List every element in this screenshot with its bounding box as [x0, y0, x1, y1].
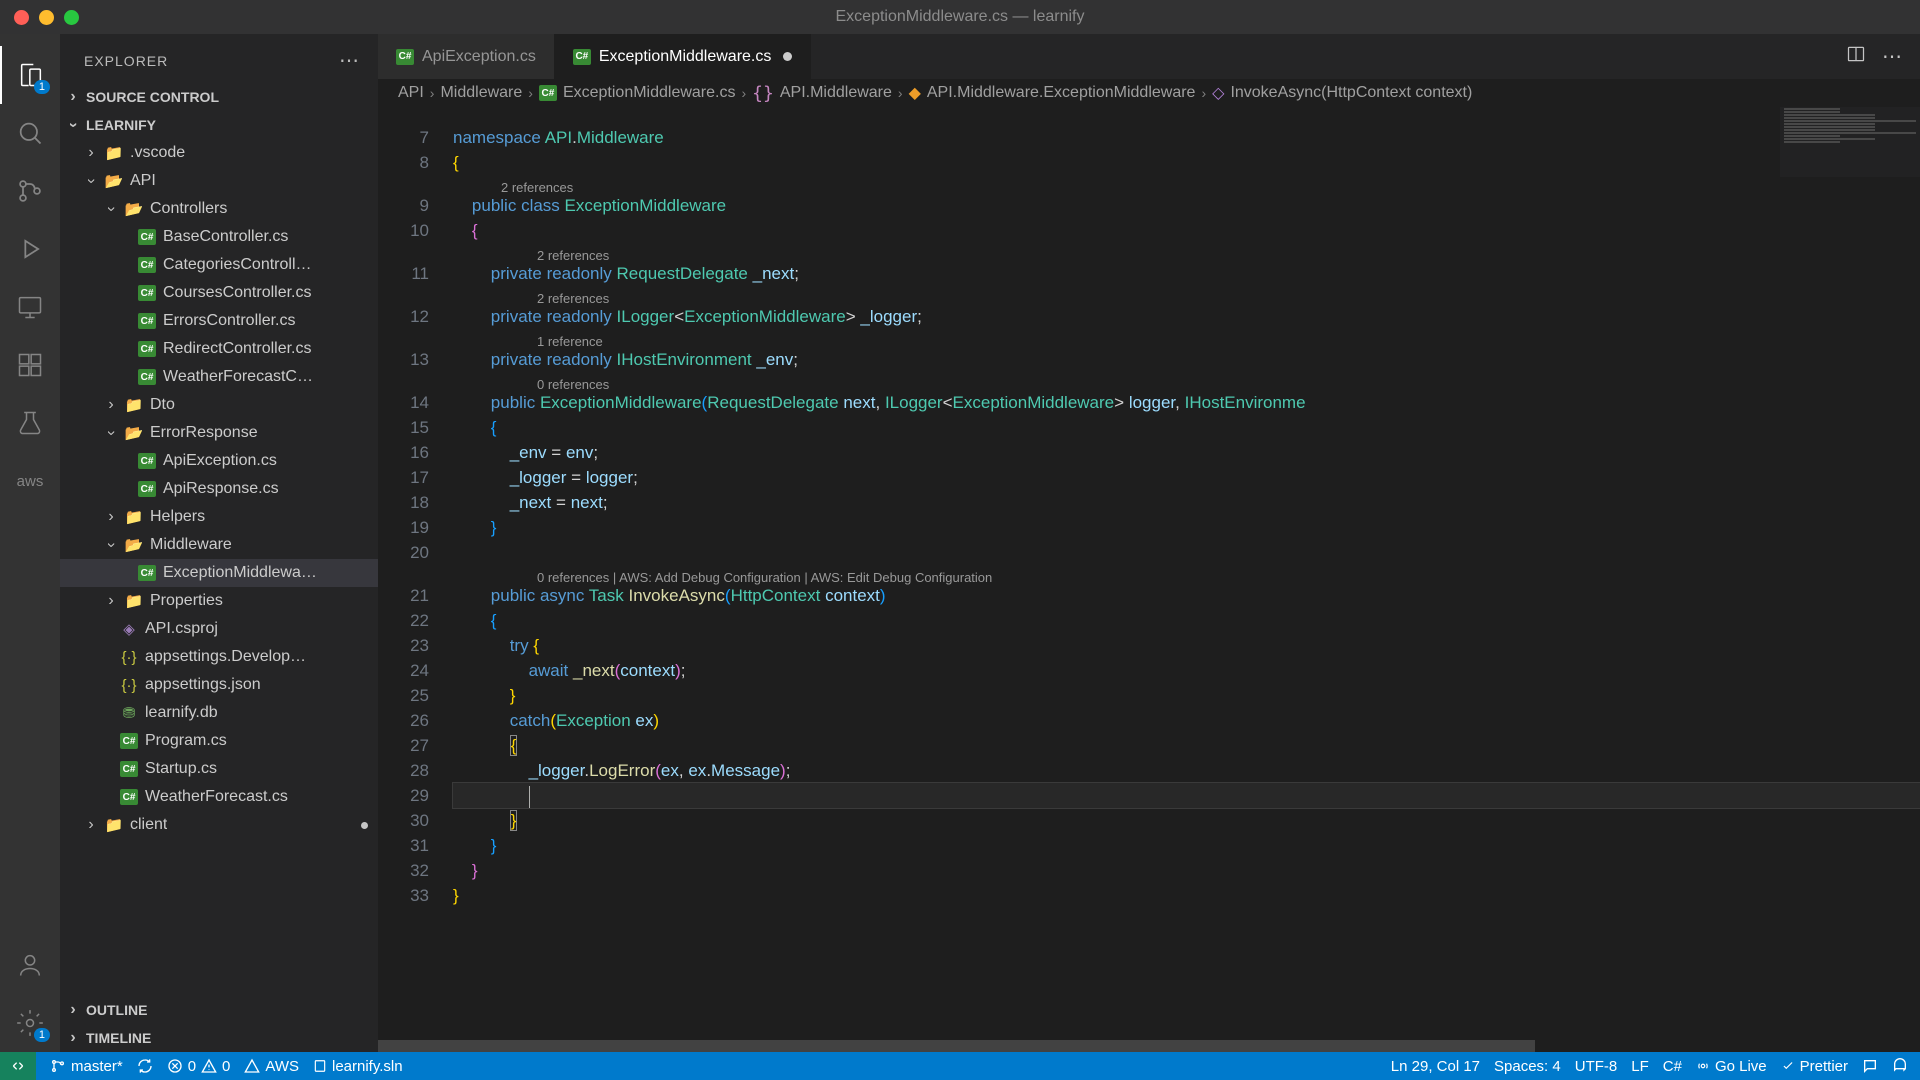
file-basecontroller[interactable]: C#BaseController.cs [60, 223, 378, 251]
codelens-class[interactable]: 2 references [453, 175, 1920, 193]
run-debug-tab-icon[interactable] [0, 220, 60, 278]
codelens-next[interactable]: 2 references [453, 243, 1920, 261]
window-controls [14, 10, 79, 25]
encoding[interactable]: UTF-8 [1575, 1058, 1618, 1075]
activity-bar: 1 aws 1 [0, 34, 60, 1052]
git-branch[interactable]: master* [50, 1058, 123, 1075]
status-bar: master* 0 0 AWS learnify.sln Ln 29, Col … [0, 1052, 1920, 1080]
folder-helpers[interactable]: ›📁Helpers [60, 503, 378, 531]
text-cursor [529, 786, 531, 808]
folder-vscode[interactable]: ›📁.vscode [60, 139, 378, 167]
explorer-title: EXPLORER [84, 53, 168, 69]
search-tab-icon[interactable] [0, 104, 60, 162]
file-categoriescontroller[interactable]: C#CategoriesControll… [60, 251, 378, 279]
file-api-csproj[interactable]: ◈API.csproj [60, 615, 378, 643]
more-actions-icon[interactable]: ⋯ [1882, 44, 1902, 69]
horizontal-scrollbar[interactable] [378, 1040, 1920, 1052]
editor-area: C# ApiException.cs C# ExceptionMiddlewar… [378, 34, 1920, 1052]
file-apiresponse[interactable]: C#ApiResponse.cs [60, 475, 378, 503]
explorer-badge: 1 [34, 80, 50, 94]
aws-tab-icon[interactable]: aws [0, 452, 60, 510]
codelens-invoke[interactable]: 0 references | AWS: Add Debug Configurat… [453, 565, 1920, 583]
unsaved-indicator [783, 52, 792, 61]
indentation[interactable]: Spaces: 4 [1494, 1058, 1561, 1075]
testing-tab-icon[interactable] [0, 394, 60, 452]
minimize-window[interactable] [39, 10, 54, 25]
folder-api[interactable]: ›📂API [60, 167, 378, 195]
file-errorscontroller[interactable]: C#ErrorsController.cs [60, 307, 378, 335]
codelens-logger[interactable]: 2 references [453, 286, 1920, 304]
feedback-icon[interactable] [1862, 1058, 1878, 1074]
file-apiexception[interactable]: C#ApiException.cs [60, 447, 378, 475]
sync-icon[interactable] [137, 1058, 153, 1074]
accounts-icon[interactable] [0, 936, 60, 994]
prettier[interactable]: Prettier [1781, 1058, 1848, 1075]
split-editor-icon[interactable] [1846, 44, 1866, 70]
codelens-env[interactable]: 1 reference [453, 329, 1920, 347]
go-live[interactable]: Go Live [1696, 1058, 1767, 1075]
language-mode[interactable]: C# [1663, 1058, 1682, 1075]
line-gutter: 7 8 9 10 11 12 13 14 15 16 17 18 19 20 [378, 107, 453, 1040]
breadcrumbs[interactable]: API› Middleware› C#ExceptionMiddleware.c… [378, 79, 1920, 107]
file-exceptionmiddleware[interactable]: C#ExceptionMiddlewa… [60, 559, 378, 587]
outline-section[interactable]: › OUTLINE [60, 996, 378, 1024]
explorer-more-icon[interactable]: ⋯ [339, 48, 360, 73]
tab-exceptionmiddleware[interactable]: C# ExceptionMiddleware.cs [555, 34, 812, 79]
aws-status[interactable]: AWS [244, 1058, 299, 1075]
folder-client[interactable]: ›📁client [60, 811, 378, 839]
folder-errorresponse[interactable]: ›📂ErrorResponse [60, 419, 378, 447]
file-startup[interactable]: C#Startup.cs [60, 755, 378, 783]
settings-badge: 1 [34, 1028, 50, 1042]
workspace-root[interactable]: › LEARNIFY [60, 111, 378, 139]
folder-middleware[interactable]: ›📂Middleware [60, 531, 378, 559]
extensions-tab-icon[interactable] [0, 336, 60, 394]
minimap[interactable] [1780, 107, 1920, 177]
file-appsettings[interactable]: {·}appsettings.json [60, 671, 378, 699]
file-program[interactable]: C#Program.cs [60, 727, 378, 755]
file-weathercontroller[interactable]: C#WeatherForecastC… [60, 363, 378, 391]
explorer-sidebar: EXPLORER ⋯ › SOURCE CONTROL › LEARNIFY ›… [60, 34, 378, 1052]
file-appsettings-dev[interactable]: {·}appsettings.Develop… [60, 643, 378, 671]
codelens-ctor[interactable]: 0 references [453, 372, 1920, 390]
folder-properties[interactable]: ›📁Properties [60, 587, 378, 615]
explorer-tab-icon[interactable]: 1 [0, 46, 60, 104]
solution-file[interactable]: learnify.sln [313, 1058, 403, 1075]
notifications-icon[interactable] [1892, 1058, 1908, 1074]
editor-tabs: C# ApiException.cs C# ExceptionMiddlewar… [378, 34, 1920, 79]
file-redirectcontroller[interactable]: C#RedirectController.cs [60, 335, 378, 363]
remote-explorer-tab-icon[interactable] [0, 278, 60, 336]
remote-indicator-icon[interactable] [0, 1052, 36, 1080]
eol[interactable]: LF [1631, 1058, 1649, 1075]
file-learnify-db[interactable]: ⛃learnify.db [60, 699, 378, 727]
file-coursescontroller[interactable]: C#CoursesController.cs [60, 279, 378, 307]
file-weatherforecast[interactable]: C#WeatherForecast.cs [60, 783, 378, 811]
folder-dto[interactable]: ›📁Dto [60, 391, 378, 419]
cursor-position[interactable]: Ln 29, Col 17 [1391, 1058, 1480, 1075]
window-title: ExceptionMiddleware.cs — learnify [836, 8, 1085, 26]
source-control-tab-icon[interactable] [0, 162, 60, 220]
timeline-section[interactable]: › TIMELINE [60, 1024, 378, 1052]
maximize-window[interactable] [64, 10, 79, 25]
settings-icon[interactable]: 1 [0, 994, 60, 1052]
file-tree: ›📁.vscode ›📂API ›📂Controllers C#BaseCont… [60, 139, 378, 996]
problems[interactable]: 0 0 [167, 1058, 231, 1075]
title-bar: ExceptionMiddleware.cs — learnify [0, 0, 1920, 34]
code-content[interactable]: namespace API.Middleware { 2 references … [453, 107, 1920, 1040]
code-editor[interactable]: 7 8 9 10 11 12 13 14 15 16 17 18 19 20 [378, 107, 1920, 1040]
folder-controllers[interactable]: ›📂Controllers [60, 195, 378, 223]
close-window[interactable] [14, 10, 29, 25]
tab-apiexception[interactable]: C# ApiException.cs [378, 34, 555, 79]
source-control-section[interactable]: › SOURCE CONTROL [60, 83, 378, 111]
